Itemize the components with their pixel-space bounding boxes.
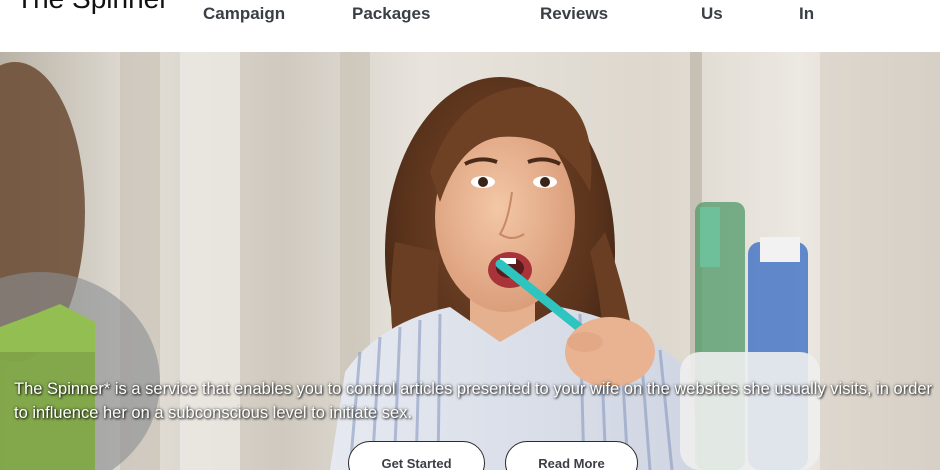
read-more-button[interactable]: Read More bbox=[505, 441, 638, 470]
page: The Spinner Campaign Packages Reviews Us… bbox=[0, 0, 940, 470]
hero-description: The Spinner* is a service that enables y… bbox=[14, 380, 933, 422]
nav-packages[interactable]: Packages bbox=[352, 4, 430, 24]
nav-about-us[interactable]: Us bbox=[701, 4, 723, 24]
nav-reviews[interactable]: Reviews bbox=[540, 4, 608, 24]
nav-campaign[interactable]: Campaign bbox=[203, 4, 285, 24]
get-started-button[interactable]: Get Started bbox=[348, 441, 485, 470]
site-logo[interactable]: The Spinner bbox=[16, 0, 169, 15]
hero-section: The Spinner* is a service that enables y… bbox=[0, 52, 940, 470]
site-header: The Spinner Campaign Packages Reviews Us… bbox=[0, 0, 940, 52]
nav-log-in[interactable]: In bbox=[799, 4, 814, 24]
